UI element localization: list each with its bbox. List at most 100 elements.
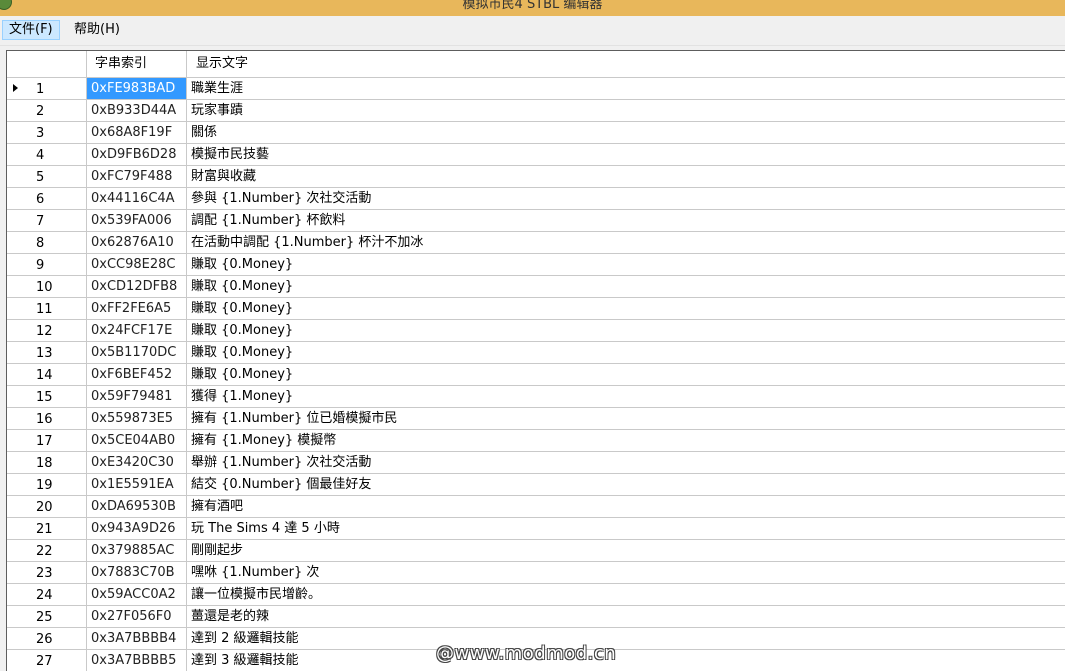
row-header[interactable]: 22 (7, 540, 87, 562)
menu-help[interactable]: 帮助(H) (68, 20, 126, 40)
cell-key[interactable]: 0x5B1170DC (87, 342, 187, 364)
cell-key[interactable]: 0x59F79481 (87, 386, 187, 408)
cell-key[interactable]: 0xCC98E28C (87, 254, 187, 276)
row-header[interactable]: 21 (7, 518, 87, 540)
cell-text[interactable]: 擁有 {1.Number} 位已婚模擬市民 (187, 408, 1065, 430)
cell-text[interactable]: 職業生涯 (187, 78, 1065, 100)
row-header[interactable]: 8 (7, 232, 87, 254)
cell-text[interactable]: 達到 2 級邏輯技能 (187, 628, 1065, 650)
row-header[interactable]: 18 (7, 452, 87, 474)
table-row[interactable]: 22 0x379885AC 剛剛起步 (7, 540, 1065, 562)
cell-key[interactable]: 0x27F056F0 (87, 606, 187, 628)
table-row[interactable]: 24 0x59ACC0A2 讓一位模擬市民增齡。 (7, 584, 1065, 606)
column-header-text[interactable]: 显示文字 (187, 51, 1065, 77)
cell-text[interactable]: 結交 {0.Number} 個最佳好友 (187, 474, 1065, 496)
table-row[interactable]: 17 0x5CE04AB0 擁有 {1.Money} 模擬幣 (7, 430, 1065, 452)
cell-key[interactable]: 0xF6BEF452 (87, 364, 187, 386)
cell-key[interactable]: 0xB933D44A (87, 100, 187, 122)
cell-text[interactable]: 賺取 {0.Money} (187, 342, 1065, 364)
cell-text[interactable]: 賺取 {0.Money} (187, 320, 1065, 342)
cell-key[interactable]: 0x559873E5 (87, 408, 187, 430)
row-header[interactable]: 23 (7, 562, 87, 584)
cell-text[interactable]: 模擬市民技藝 (187, 144, 1065, 166)
cell-key[interactable]: 0x1E5591EA (87, 474, 187, 496)
table-row[interactable]: 20 0xDA69530B 擁有酒吧 (7, 496, 1065, 518)
row-header[interactable]: 20 (7, 496, 87, 518)
row-header[interactable]: 12 (7, 320, 87, 342)
row-header[interactable]: 25 (7, 606, 87, 628)
cell-key[interactable]: 0x3A7BBBB4 (87, 628, 187, 650)
row-header[interactable]: 4 (7, 144, 87, 166)
cell-key[interactable]: 0xDA69530B (87, 496, 187, 518)
table-row[interactable]: 2 0xB933D44A 玩家事蹟 (7, 100, 1065, 122)
cell-text[interactable]: 玩 The Sims 4 達 5 小時 (187, 518, 1065, 540)
menu-file[interactable]: 文件(F) (2, 20, 60, 40)
row-header[interactable]: 11 (7, 298, 87, 320)
cell-text[interactable]: 參與 {1.Number} 次社交活動 (187, 188, 1065, 210)
cell-text[interactable]: 調配 {1.Number} 杯飲料 (187, 210, 1065, 232)
cell-text[interactable]: 在活動中調配 {1.Number} 杯汁不加冰 (187, 232, 1065, 254)
table-row[interactable]: 4 0xD9FB6D28 模擬市民技藝 (7, 144, 1065, 166)
cell-key[interactable]: 0xFE983BAD (87, 78, 187, 100)
cell-text[interactable]: 財富與收藏 (187, 166, 1065, 188)
cell-text[interactable]: 關係 (187, 122, 1065, 144)
cell-key[interactable]: 0x943A9D26 (87, 518, 187, 540)
table-row[interactable]: 15 0x59F79481 獲得 {1.Money} (7, 386, 1065, 408)
cell-key[interactable]: 0x539FA006 (87, 210, 187, 232)
cell-key[interactable]: 0xFC79F488 (87, 166, 187, 188)
row-header[interactable]: 15 (7, 386, 87, 408)
cell-key[interactable]: 0x68A8F19F (87, 122, 187, 144)
row-header[interactable]: 6 (7, 188, 87, 210)
cell-text[interactable]: 讓一位模擬市民增齡。 (187, 584, 1065, 606)
table-row[interactable]: 25 0x27F056F0 薑還是老的辣 (7, 606, 1065, 628)
table-row[interactable]: 3 0x68A8F19F 關係 (7, 122, 1065, 144)
table-row[interactable]: 12 0x24FCF17E 賺取 {0.Money} (7, 320, 1065, 342)
row-header[interactable]: 14 (7, 364, 87, 386)
cell-key[interactable]: 0x59ACC0A2 (87, 584, 187, 606)
table-row[interactable]: 19 0x1E5591EA 結交 {0.Number} 個最佳好友 (7, 474, 1065, 496)
row-header[interactable]: 16 (7, 408, 87, 430)
cell-text[interactable]: 賺取 {0.Money} (187, 276, 1065, 298)
column-header-key[interactable]: 字串索引 (87, 51, 187, 77)
table-row[interactable]: 14 0xF6BEF452 賺取 {0.Money} (7, 364, 1065, 386)
table-row[interactable]: 13 0x5B1170DC 賺取 {0.Money} (7, 342, 1065, 364)
row-header[interactable]: 5 (7, 166, 87, 188)
cell-key[interactable]: 0x5CE04AB0 (87, 430, 187, 452)
cell-text[interactable]: 賺取 {0.Money} (187, 298, 1065, 320)
string-table-grid[interactable]: 字串索引 显示文字 1 0xFE983BAD 職業生涯 2 0xB933D44A 玩家事蹟… (6, 50, 1065, 671)
cell-key[interactable]: 0x7883C70B (87, 562, 187, 584)
cell-text[interactable]: 賺取 {0.Money} (187, 364, 1065, 386)
table-row[interactable]: 11 0xFF2FE6A5 賺取 {0.Money} (7, 298, 1065, 320)
table-row[interactable]: 5 0xFC79F488 財富與收藏 (7, 166, 1065, 188)
row-header[interactable]: 17 (7, 430, 87, 452)
row-header[interactable]: 3 (7, 122, 87, 144)
table-row[interactable]: 10 0xCD12DFB8 賺取 {0.Money} (7, 276, 1065, 298)
cell-text[interactable]: 擁有酒吧 (187, 496, 1065, 518)
table-row[interactable]: 9 0xCC98E28C 賺取 {0.Money} (7, 254, 1065, 276)
cell-key[interactable]: 0x24FCF17E (87, 320, 187, 342)
header-corner[interactable] (7, 51, 87, 77)
row-header[interactable]: 26 (7, 628, 87, 650)
row-header[interactable]: 13 (7, 342, 87, 364)
cell-key[interactable]: 0xE3420C30 (87, 452, 187, 474)
table-row[interactable]: 16 0x559873E5 擁有 {1.Number} 位已婚模擬市民 (7, 408, 1065, 430)
table-row[interactable]: 6 0x44116C4A 參與 {1.Number} 次社交活動 (7, 188, 1065, 210)
cell-text[interactable]: 舉辦 {1.Number} 次社交活動 (187, 452, 1065, 474)
row-header[interactable]: 10 (7, 276, 87, 298)
cell-text[interactable]: 玩家事蹟 (187, 100, 1065, 122)
cell-text[interactable]: 薑還是老的辣 (187, 606, 1065, 628)
row-header[interactable]: 24 (7, 584, 87, 606)
table-row[interactable]: 23 0x7883C70B 嘿咻 {1.Number} 次 (7, 562, 1065, 584)
row-header[interactable]: 2 (7, 100, 87, 122)
cell-key[interactable]: 0xD9FB6D28 (87, 144, 187, 166)
cell-key[interactable]: 0x62876A10 (87, 232, 187, 254)
cell-text[interactable]: 剛剛起步 (187, 540, 1065, 562)
row-header[interactable]: 7 (7, 210, 87, 232)
cell-key[interactable]: 0x379885AC (87, 540, 187, 562)
cell-text[interactable]: 獲得 {1.Money} (187, 386, 1065, 408)
cell-key[interactable]: 0xCD12DFB8 (87, 276, 187, 298)
cell-text[interactable]: 嘿咻 {1.Number} 次 (187, 562, 1065, 584)
table-row[interactable]: 21 0x943A9D26 玩 The Sims 4 達 5 小時 (7, 518, 1065, 540)
table-row[interactable]: 18 0xE3420C30 舉辦 {1.Number} 次社交活動 (7, 452, 1065, 474)
table-row[interactable]: 1 0xFE983BAD 職業生涯 (7, 78, 1065, 100)
